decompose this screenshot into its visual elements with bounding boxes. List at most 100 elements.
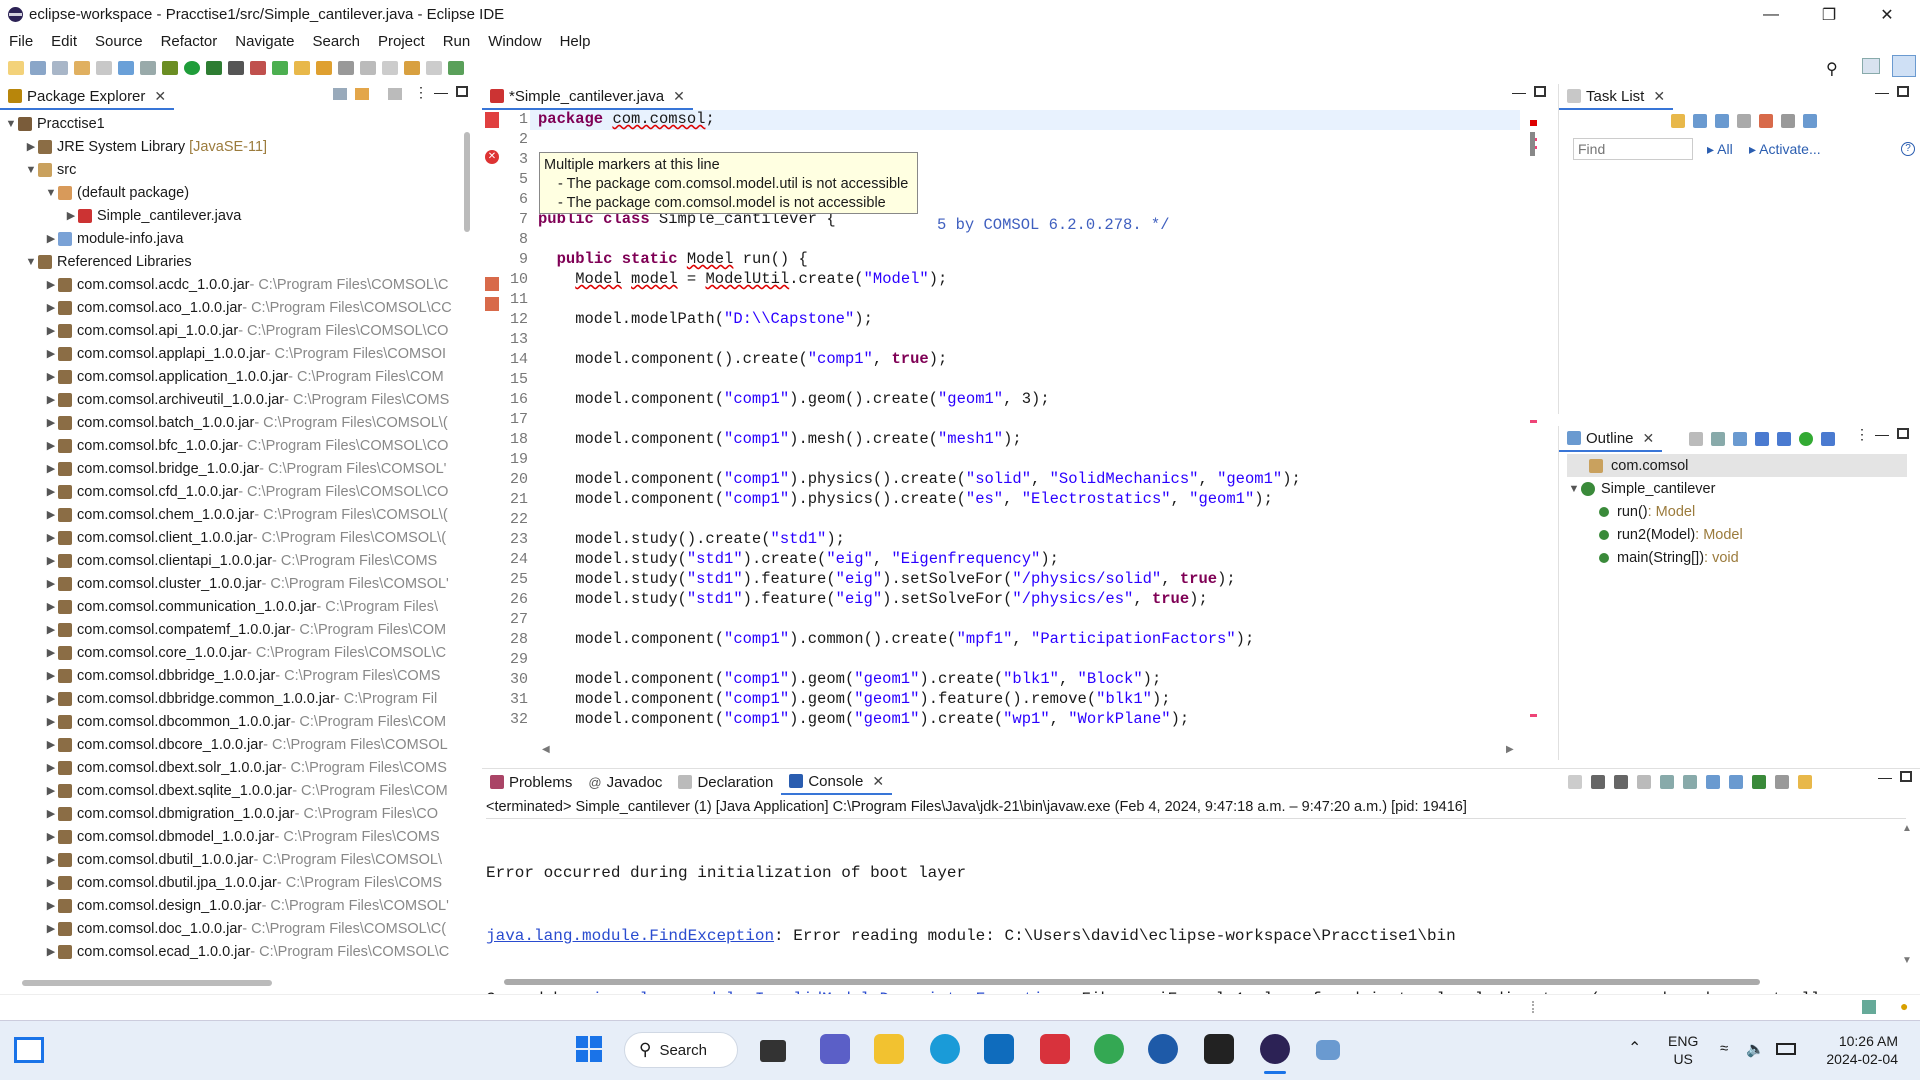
outline-method[interactable]: main(String[]) : void <box>1567 546 1907 569</box>
menu-help[interactable]: Help <box>551 33 600 50</box>
pin-console-icon[interactable] <box>1752 775 1766 789</box>
show-stdout-icon[interactable] <box>1706 775 1720 789</box>
tab-task-list[interactable]: Task List ✕ <box>1559 84 1674 110</box>
close-icon[interactable]: ✕ <box>1643 430 1655 447</box>
close-icon[interactable]: ✕ <box>673 88 685 105</box>
tree-jar[interactable]: ▶ com.comsol.client_1.0.0.jar - C:\Progra… <box>4 526 460 549</box>
tree-referenced-libraries[interactable]: ▼ Referenced Libraries <box>4 250 460 273</box>
focus-icon[interactable] <box>1759 114 1773 128</box>
minimize-view-icon[interactable]: — <box>1875 426 1889 442</box>
tree-h-scrollbar[interactable] <box>22 980 272 986</box>
tab-package-explorer[interactable]: Package Explorer ✕ <box>0 84 175 110</box>
file-explorer-icon[interactable] <box>874 1034 904 1064</box>
undo-icon[interactable] <box>74 61 90 75</box>
save-all-icon[interactable] <box>52 61 68 75</box>
wifi-icon[interactable]: ≈ <box>1720 1040 1728 1057</box>
help-icon[interactable]: ? <box>1901 142 1915 156</box>
clear-console-icon[interactable] <box>1637 775 1651 789</box>
tree-jar[interactable]: ▶ com.comsol.doc_1.0.0.jar - C:\Program F… <box>4 917 460 940</box>
tree-jar[interactable]: ▶ com.comsol.dbcore_1.0.0.jar - C:\Progra… <box>4 733 460 756</box>
close-icon[interactable]: ✕ <box>872 773 884 790</box>
terminate-icon[interactable] <box>1568 775 1582 789</box>
task-all-link[interactable]: ▸ All <box>1707 141 1733 158</box>
tab-outline[interactable]: Outline ✕ <box>1559 426 1663 452</box>
task-view-icon[interactable] <box>760 1040 786 1062</box>
tree-jar[interactable]: ▶ com.comsol.bfc_1.0.0.jar - C:\Program F… <box>4 434 460 457</box>
maximize-view-icon[interactable] <box>1900 771 1912 782</box>
scroll-right-icon[interactable]: ▶ <box>1506 744 1514 755</box>
tree-jar[interactable]: ▶ com.comsol.dbext.solr_1.0.0.jar - C:\Pr… <box>4 756 460 779</box>
word-wrap-icon[interactable] <box>1683 775 1697 789</box>
minimize-view-icon[interactable]: — <box>1512 84 1526 100</box>
tree-jar[interactable]: ▶ com.comsol.api_1.0.0.jar - C:\Program F… <box>4 319 460 342</box>
comsol-icon[interactable] <box>1148 1034 1178 1064</box>
tree-jre[interactable]: ▶ JRE System Library [JavaSE-11] <box>4 135 460 158</box>
start-icon[interactable] <box>576 1036 602 1062</box>
annotation-icon[interactable] <box>360 61 376 75</box>
tree-module-info[interactable]: ▶ module-info.java <box>4 227 460 250</box>
menu-run[interactable]: Run <box>434 33 480 50</box>
tree-jar[interactable]: ▶ com.comsol.dbmigration_1.0.0.jar - C:\P… <box>4 802 460 825</box>
search-tool-icon[interactable] <box>338 61 354 75</box>
close-icon[interactable]: ✕ <box>154 88 166 105</box>
remove-launch-icon[interactable] <box>1591 775 1605 789</box>
hide-local-types-icon[interactable] <box>1821 432 1835 446</box>
tree-jar[interactable]: ▶ com.comsol.core_1.0.0.jar - C:\Program … <box>4 641 460 664</box>
chat-icon[interactable] <box>820 1034 850 1064</box>
maximize-view-icon[interactable] <box>1897 428 1909 439</box>
collapse-all-icon[interactable] <box>333 88 347 100</box>
menu-search[interactable]: Search <box>303 33 369 50</box>
maximize-view-icon[interactable] <box>456 86 468 97</box>
minimize-view-icon[interactable]: — <box>1875 84 1889 100</box>
tree-jar[interactable]: ▶ com.comsol.dbbridge.common_1.0.0.jar - … <box>4 687 460 710</box>
display-console-icon[interactable] <box>1775 775 1789 789</box>
coverage-icon[interactable] <box>206 61 222 75</box>
tab-console[interactable]: Console ✕ <box>781 769 893 795</box>
battery-icon[interactable] <box>1776 1043 1796 1055</box>
chrome-icon[interactable] <box>1094 1034 1124 1064</box>
tab-simple-cantilever[interactable]: *Simple_cantilever.java ✕ <box>482 84 693 110</box>
debug-icon[interactable] <box>162 61 178 75</box>
minimize-view-icon[interactable]: — <box>1878 769 1892 785</box>
tree-jar[interactable]: ▶ com.comsol.dbutil_1.0.0.jar - C:\Progra… <box>4 848 460 871</box>
editor-scrollbar[interactable] <box>1530 132 1535 156</box>
categorized-icon[interactable] <box>1693 114 1707 128</box>
outline-class[interactable]: ▼ Simple_cantilever <box>1567 477 1907 500</box>
chevron-up-icon[interactable]: ⌃ <box>1628 1038 1641 1058</box>
open-task-icon[interactable] <box>316 61 332 75</box>
tree-jar[interactable]: ▶ com.comsol.communication_1.0.0.jar - C:… <box>4 595 460 618</box>
tab-declaration[interactable]: Declaration <box>670 769 781 795</box>
tree-jar[interactable]: ▶ com.comsol.dbbridge_1.0.0.jar - C:\Prog… <box>4 664 460 687</box>
sync-icon[interactable] <box>1803 114 1817 128</box>
tree-jar[interactable]: ▶ com.comsol.dbext.sqlite_1.0.0.jar - C:\… <box>4 779 460 802</box>
menu-navigate[interactable]: Navigate <box>226 33 303 50</box>
menu-window[interactable]: Window <box>479 33 550 50</box>
maximize-view-icon[interactable] <box>1897 86 1909 97</box>
tree-jar[interactable]: ▶ com.comsol.dbmodel_1.0.0.jar - C:\Progr… <box>4 825 460 848</box>
new-java-project-icon[interactable] <box>250 61 266 75</box>
scheduled-icon[interactable] <box>1715 114 1729 128</box>
volume-icon[interactable]: 🔈 <box>1746 1040 1765 1058</box>
tab-problems[interactable]: Problems <box>482 769 580 795</box>
outline-method[interactable]: run() : Model <box>1567 500 1907 523</box>
new-task-icon[interactable] <box>1671 114 1685 128</box>
focus-icon[interactable] <box>1689 432 1703 446</box>
close-button[interactable]: ✕ <box>1858 0 1916 29</box>
new-icon[interactable] <box>8 61 24 75</box>
view-menu-icon[interactable]: ⋮ <box>1855 426 1869 443</box>
tree-src[interactable]: ▼ src <box>4 158 460 181</box>
task-find-input[interactable] <box>1573 138 1693 160</box>
tab-javadoc[interactable]: @ Javadoc <box>580 769 670 795</box>
save-icon[interactable] <box>30 61 46 75</box>
redo-icon[interactable] <box>96 61 112 75</box>
link-with-editor-icon[interactable] <box>355 88 369 100</box>
tree-jar[interactable]: ▶ com.comsol.dbutil.jpa_1.0.0.jar - C:\Pr… <box>4 871 460 894</box>
console-h-scrollbar[interactable] <box>504 979 1760 985</box>
scroll-lock-icon[interactable] <box>1660 775 1674 789</box>
tree-project[interactable]: ▼ Pracctise1 <box>4 112 460 135</box>
pin-editor-icon[interactable] <box>448 61 464 75</box>
external-tools-icon[interactable] <box>228 61 244 75</box>
menu-project[interactable]: Project <box>369 33 434 50</box>
show-stderr-icon[interactable] <box>1729 775 1743 789</box>
tree-jar[interactable]: ▶ com.comsol.ecad_1.0.0.jar - C:\Program … <box>4 940 460 963</box>
